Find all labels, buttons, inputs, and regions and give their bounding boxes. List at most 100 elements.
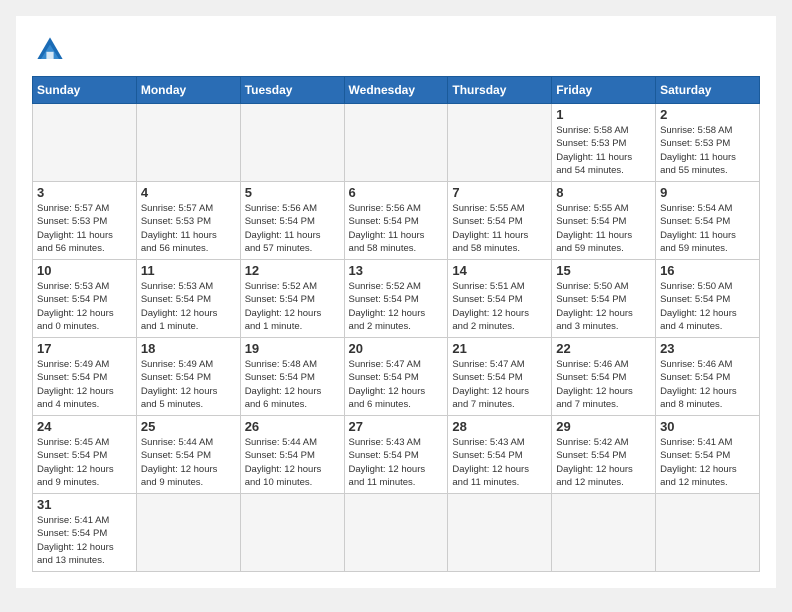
calendar-cell: 3 Sunrise: 5:57 AM Sunset: 5:53 PM Daylig… bbox=[33, 182, 137, 260]
calendar-cell: 5 Sunrise: 5:56 AM Sunset: 5:54 PM Daylig… bbox=[240, 182, 344, 260]
day-info: Sunrise: 5:57 AM Sunset: 5:53 PM Dayligh… bbox=[37, 202, 132, 255]
calendar-week-3: 10 Sunrise: 5:53 AM Sunset: 5:54 PM Dayli… bbox=[33, 260, 760, 338]
day-info: Sunrise: 5:54 AM Sunset: 5:54 PM Dayligh… bbox=[660, 202, 755, 255]
calendar-cell: 15 Sunrise: 5:50 AM Sunset: 5:54 PM Dayli… bbox=[552, 260, 656, 338]
day-number: 4 bbox=[141, 185, 236, 200]
calendar-cell: 25 Sunrise: 5:44 AM Sunset: 5:54 PM Dayli… bbox=[136, 416, 240, 494]
weekday-header-sunday: Sunday bbox=[33, 77, 137, 104]
day-number: 3 bbox=[37, 185, 132, 200]
day-number: 31 bbox=[37, 497, 132, 512]
day-number: 23 bbox=[660, 341, 755, 356]
day-info: Sunrise: 5:48 AM Sunset: 5:54 PM Dayligh… bbox=[245, 358, 340, 411]
calendar-week-4: 17 Sunrise: 5:49 AM Sunset: 5:54 PM Dayli… bbox=[33, 338, 760, 416]
calendar-cell: 2Sunrise: 5:58 AM Sunset: 5:53 PM Daylig… bbox=[656, 104, 760, 182]
day-info: Sunrise: 5:57 AM Sunset: 5:53 PM Dayligh… bbox=[141, 202, 236, 255]
calendar-cell bbox=[344, 104, 448, 182]
day-info: Sunrise: 5:47 AM Sunset: 5:54 PM Dayligh… bbox=[349, 358, 444, 411]
day-number: 19 bbox=[245, 341, 340, 356]
calendar-cell bbox=[344, 494, 448, 572]
calendar-cell: 26 Sunrise: 5:44 AM Sunset: 5:54 PM Dayli… bbox=[240, 416, 344, 494]
calendar-cell: 24Sunrise: 5:45 AM Sunset: 5:54 PM Dayli… bbox=[33, 416, 137, 494]
day-info: Sunrise: 5:49 AM Sunset: 5:54 PM Dayligh… bbox=[37, 358, 132, 411]
day-number: 22 bbox=[556, 341, 651, 356]
calendar-cell: 4 Sunrise: 5:57 AM Sunset: 5:53 PM Daylig… bbox=[136, 182, 240, 260]
calendar-cell: 31 Sunrise: 5:41 AM Sunset: 5:54 PM Dayli… bbox=[33, 494, 137, 572]
calendar-cell: 8 Sunrise: 5:55 AM Sunset: 5:54 PM Daylig… bbox=[552, 182, 656, 260]
day-number: 21 bbox=[452, 341, 547, 356]
calendar-week-2: 3 Sunrise: 5:57 AM Sunset: 5:53 PM Daylig… bbox=[33, 182, 760, 260]
day-number: 1 bbox=[556, 107, 651, 122]
day-info: Sunrise: 5:53 AM Sunset: 5:54 PM Dayligh… bbox=[141, 280, 236, 333]
calendar-cell: 20 Sunrise: 5:47 AM Sunset: 5:54 PM Dayli… bbox=[344, 338, 448, 416]
day-info: Sunrise: 5:41 AM Sunset: 5:54 PM Dayligh… bbox=[660, 436, 755, 489]
day-info: Sunrise: 5:46 AM Sunset: 5:54 PM Dayligh… bbox=[660, 358, 755, 411]
calendar-cell: 9 Sunrise: 5:54 AM Sunset: 5:54 PM Daylig… bbox=[656, 182, 760, 260]
calendar-cell: 18Sunrise: 5:49 AM Sunset: 5:54 PM Dayli… bbox=[136, 338, 240, 416]
day-info: Sunrise: 5:43 AM Sunset: 5:54 PM Dayligh… bbox=[452, 436, 547, 489]
day-number: 17 bbox=[37, 341, 132, 356]
day-info: Sunrise: 5:51 AM Sunset: 5:54 PM Dayligh… bbox=[452, 280, 547, 333]
day-info: Sunrise: 5:52 AM Sunset: 5:54 PM Dayligh… bbox=[245, 280, 340, 333]
day-number: 16 bbox=[660, 263, 755, 278]
day-info: Sunrise: 5:50 AM Sunset: 5:54 PM Dayligh… bbox=[556, 280, 651, 333]
calendar-cell bbox=[136, 104, 240, 182]
calendar-week-5: 24Sunrise: 5:45 AM Sunset: 5:54 PM Dayli… bbox=[33, 416, 760, 494]
day-number: 12 bbox=[245, 263, 340, 278]
day-number: 9 bbox=[660, 185, 755, 200]
day-info: Sunrise: 5:58 AM Sunset: 5:53 PM Dayligh… bbox=[660, 124, 755, 177]
calendar-cell: 6Sunrise: 5:56 AM Sunset: 5:54 PM Daylig… bbox=[344, 182, 448, 260]
day-number: 5 bbox=[245, 185, 340, 200]
day-number: 28 bbox=[452, 419, 547, 434]
calendar-week-6: 31 Sunrise: 5:41 AM Sunset: 5:54 PM Dayli… bbox=[33, 494, 760, 572]
calendar-cell: 22Sunrise: 5:46 AM Sunset: 5:54 PM Dayli… bbox=[552, 338, 656, 416]
calendar-cell: 16 Sunrise: 5:50 AM Sunset: 5:54 PM Dayli… bbox=[656, 260, 760, 338]
calendar-week-1: 1 Sunrise: 5:58 AM Sunset: 5:53 PM Daylig… bbox=[33, 104, 760, 182]
calendar-cell: 12 Sunrise: 5:52 AM Sunset: 5:54 PM Dayli… bbox=[240, 260, 344, 338]
calendar-cell bbox=[656, 494, 760, 572]
day-number: 10 bbox=[37, 263, 132, 278]
calendar-cell: 13 Sunrise: 5:52 AM Sunset: 5:54 PM Dayli… bbox=[344, 260, 448, 338]
day-info: Sunrise: 5:55 AM Sunset: 5:54 PM Dayligh… bbox=[452, 202, 547, 255]
day-number: 20 bbox=[349, 341, 444, 356]
day-info: Sunrise: 5:50 AM Sunset: 5:54 PM Dayligh… bbox=[660, 280, 755, 333]
calendar-cell bbox=[240, 104, 344, 182]
day-number: 18 bbox=[141, 341, 236, 356]
day-info: Sunrise: 5:42 AM Sunset: 5:54 PM Dayligh… bbox=[556, 436, 651, 489]
weekday-header-thursday: Thursday bbox=[448, 77, 552, 104]
day-number: 24 bbox=[37, 419, 132, 434]
calendar-cell: 29 Sunrise: 5:42 AM Sunset: 5:54 PM Dayli… bbox=[552, 416, 656, 494]
calendar-cell: 23 Sunrise: 5:46 AM Sunset: 5:54 PM Dayli… bbox=[656, 338, 760, 416]
logo-icon bbox=[32, 32, 68, 68]
weekday-header-friday: Friday bbox=[552, 77, 656, 104]
day-number: 29 bbox=[556, 419, 651, 434]
calendar-cell: 21 Sunrise: 5:47 AM Sunset: 5:54 PM Dayli… bbox=[448, 338, 552, 416]
weekday-header-tuesday: Tuesday bbox=[240, 77, 344, 104]
day-info: Sunrise: 5:56 AM Sunset: 5:54 PM Dayligh… bbox=[349, 202, 444, 255]
day-info: Sunrise: 5:53 AM Sunset: 5:54 PM Dayligh… bbox=[37, 280, 132, 333]
logo bbox=[32, 32, 72, 68]
weekday-header-wednesday: Wednesday bbox=[344, 77, 448, 104]
calendar-cell bbox=[240, 494, 344, 572]
day-info: Sunrise: 5:56 AM Sunset: 5:54 PM Dayligh… bbox=[245, 202, 340, 255]
day-info: Sunrise: 5:47 AM Sunset: 5:54 PM Dayligh… bbox=[452, 358, 547, 411]
day-info: Sunrise: 5:41 AM Sunset: 5:54 PM Dayligh… bbox=[37, 514, 132, 567]
calendar-cell: 27Sunrise: 5:43 AM Sunset: 5:54 PM Dayli… bbox=[344, 416, 448, 494]
calendar-cell bbox=[136, 494, 240, 572]
day-number: 13 bbox=[349, 263, 444, 278]
day-number: 27 bbox=[349, 419, 444, 434]
day-info: Sunrise: 5:44 AM Sunset: 5:54 PM Dayligh… bbox=[141, 436, 236, 489]
day-info: Sunrise: 5:44 AM Sunset: 5:54 PM Dayligh… bbox=[245, 436, 340, 489]
calendar-page: SundayMondayTuesdayWednesdayThursdayFrid… bbox=[16, 16, 776, 588]
day-number: 15 bbox=[556, 263, 651, 278]
calendar-cell: 11 Sunrise: 5:53 AM Sunset: 5:54 PM Dayli… bbox=[136, 260, 240, 338]
day-number: 8 bbox=[556, 185, 651, 200]
calendar-cell: 10 Sunrise: 5:53 AM Sunset: 5:54 PM Dayli… bbox=[33, 260, 137, 338]
day-info: Sunrise: 5:52 AM Sunset: 5:54 PM Dayligh… bbox=[349, 280, 444, 333]
day-number: 11 bbox=[141, 263, 236, 278]
day-info: Sunrise: 5:55 AM Sunset: 5:54 PM Dayligh… bbox=[556, 202, 651, 255]
calendar-cell: 17 Sunrise: 5:49 AM Sunset: 5:54 PM Dayli… bbox=[33, 338, 137, 416]
calendar-cell: 28 Sunrise: 5:43 AM Sunset: 5:54 PM Dayli… bbox=[448, 416, 552, 494]
day-number: 25 bbox=[141, 419, 236, 434]
calendar-cell bbox=[448, 104, 552, 182]
day-number: 26 bbox=[245, 419, 340, 434]
